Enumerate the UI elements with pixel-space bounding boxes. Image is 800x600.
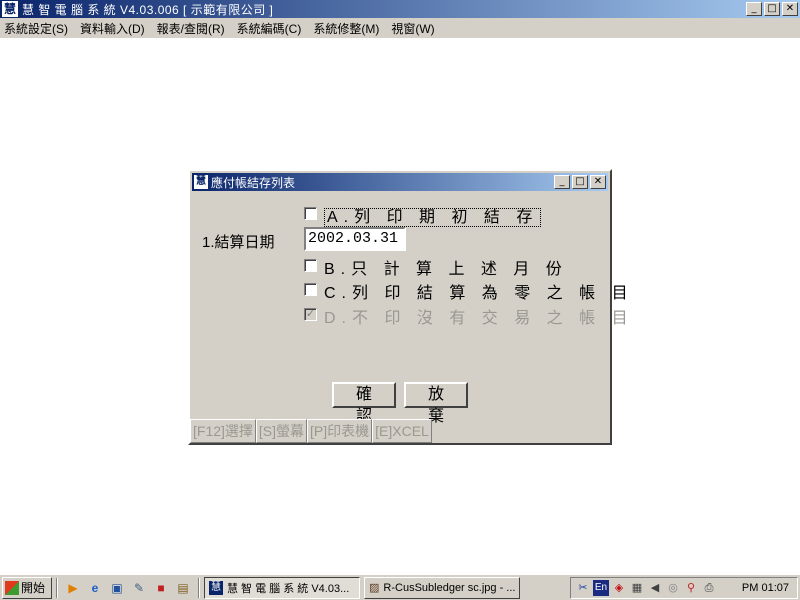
task-app-icon: 慧 — [209, 580, 223, 595]
folder-icon[interactable]: ▤ — [175, 580, 191, 596]
media-player-icon[interactable]: ▶ — [65, 580, 81, 596]
option-b-checkbox[interactable] — [304, 259, 317, 272]
task-button-app[interactable]: 慧 慧 智 電 腦 系 統 V4.03... — [204, 576, 360, 599]
cancel-button[interactable]: 放 棄 — [404, 382, 468, 425]
en-lang-icon[interactable]: En — [593, 580, 609, 596]
taskbar-separator — [198, 577, 200, 598]
task-button-image[interactable]: ▨ R-CusSubledger sc.jpg - ... — [364, 576, 520, 599]
menu-data-input[interactable]: 資料輸入(D) — [80, 20, 145, 37]
dialog-icon: 慧 — [194, 175, 208, 189]
shield-icon[interactable]: ◈ — [611, 580, 627, 596]
option-d-checkbox: ✓ — [304, 308, 317, 321]
app-title-bar: 慧 慧 智 電 腦 系 統 V4.03.006 [ 示範有限公司 ] _ □ ✕ — [0, 0, 800, 18]
start-button[interactable]: 開始 — [2, 576, 52, 599]
system-tray: ✂ En ◈ ▦ ◀ ◎ ⚲ ⎙ PM 01:07 — [570, 577, 798, 599]
task-label: 慧 智 電 腦 系 統 V4.03... — [227, 582, 350, 595]
taskbar-separator — [56, 577, 58, 598]
app-quicklaunch-icon[interactable]: ■ — [153, 580, 169, 596]
menu-reports[interactable]: 報表/查閱(R) — [157, 20, 225, 37]
fn-screen-button: [S]螢幕 — [255, 419, 308, 443]
taskbar: 開始 ▶ e ▣ ✎ ■ ▤ 慧 慧 智 電 腦 系 統 V4.03... ▨ … — [0, 574, 800, 600]
menu-window[interactable]: 視窗(W) — [391, 20, 434, 37]
windows-logo-icon — [5, 580, 19, 595]
clock[interactable]: PM 01:07 — [742, 582, 789, 594]
option-c-checkbox[interactable] — [304, 283, 317, 296]
dialog-title-bar[interactable]: 慧 應付帳結存列表 _ □ ✕ — [192, 173, 608, 191]
maximize-button[interactable]: □ — [764, 2, 780, 16]
app-tray-icon[interactable]: ◎ — [665, 580, 681, 596]
ime-icon[interactable]: ✂ — [575, 580, 591, 596]
volume-icon[interactable]: ◀ — [647, 580, 663, 596]
close-button[interactable]: ✕ — [782, 2, 798, 16]
option-d-label: D.不 印 沒 有 交 易 之 帳 目 — [324, 310, 634, 327]
date-input[interactable]: 2002.03.31 — [304, 227, 406, 251]
date-label: 1.結算日期 — [202, 234, 275, 251]
ie-icon[interactable]: e — [87, 580, 103, 596]
app-icon: 慧 — [2, 1, 18, 17]
start-label: 開始 — [21, 581, 46, 595]
function-key-bar: [F12]選擇 [S]螢幕 [P]印表機 [E]XCEL — [190, 419, 432, 443]
minimize-button[interactable]: _ — [746, 2, 762, 16]
fn-excel-button: [E]XCEL — [372, 419, 432, 443]
dialog-minimize-button[interactable]: _ — [554, 175, 570, 189]
printer-icon[interactable]: ⎙ — [701, 580, 717, 596]
network-icon[interactable]: ▦ — [629, 580, 645, 596]
dialog-close-button[interactable]: ✕ — [590, 175, 606, 189]
fn-printer-button: [P]印表機 — [307, 419, 373, 443]
notepad-icon[interactable]: ✎ — [131, 580, 147, 596]
confirm-button[interactable]: 確 認 — [332, 382, 396, 425]
fn-select-button: [F12]選擇 — [190, 419, 256, 443]
image-file-icon: ▨ — [369, 581, 380, 594]
option-a-checkbox[interactable] — [304, 207, 317, 220]
menu-system-maintenance[interactable]: 系統修整(M) — [313, 20, 379, 37]
dialog-maximize-button[interactable]: □ — [572, 175, 588, 189]
dialog-title: 應付帳結存列表 — [211, 175, 296, 190]
app-title: 慧 智 電 腦 系 統 V4.03.006 [ 示範有限公司 ] — [22, 2, 274, 17]
ap-balance-dialog: 慧 應付帳結存列表 _ □ ✕ A.列 印 期 初 結 存 1.結算日期 200… — [188, 169, 628, 445]
menu-system-settings[interactable]: 系統設定(S) — [4, 20, 68, 37]
menu-bar: 系統設定(S) 資料輸入(D) 報表/查閱(R) 系統編碼(C) 系統修整(M)… — [0, 18, 800, 38]
task-label: R-CusSubledger sc.jpg - ... — [383, 581, 516, 594]
option-c-label[interactable]: C.列 印 結 算 為 零 之 帳 目 — [324, 279, 634, 303]
menu-system-codes[interactable]: 系統編碼(C) — [237, 20, 302, 37]
search-tray-icon[interactable]: ⚲ — [683, 580, 699, 596]
option-a-label[interactable]: A.列 印 期 初 結 存 — [324, 203, 542, 227]
option-b-label[interactable]: B.只 計 算 上 述 月 份 — [324, 255, 568, 279]
option-a-text: A.列 印 期 初 結 存 — [324, 208, 542, 227]
desktop-icon[interactable]: ▣ — [109, 580, 125, 596]
